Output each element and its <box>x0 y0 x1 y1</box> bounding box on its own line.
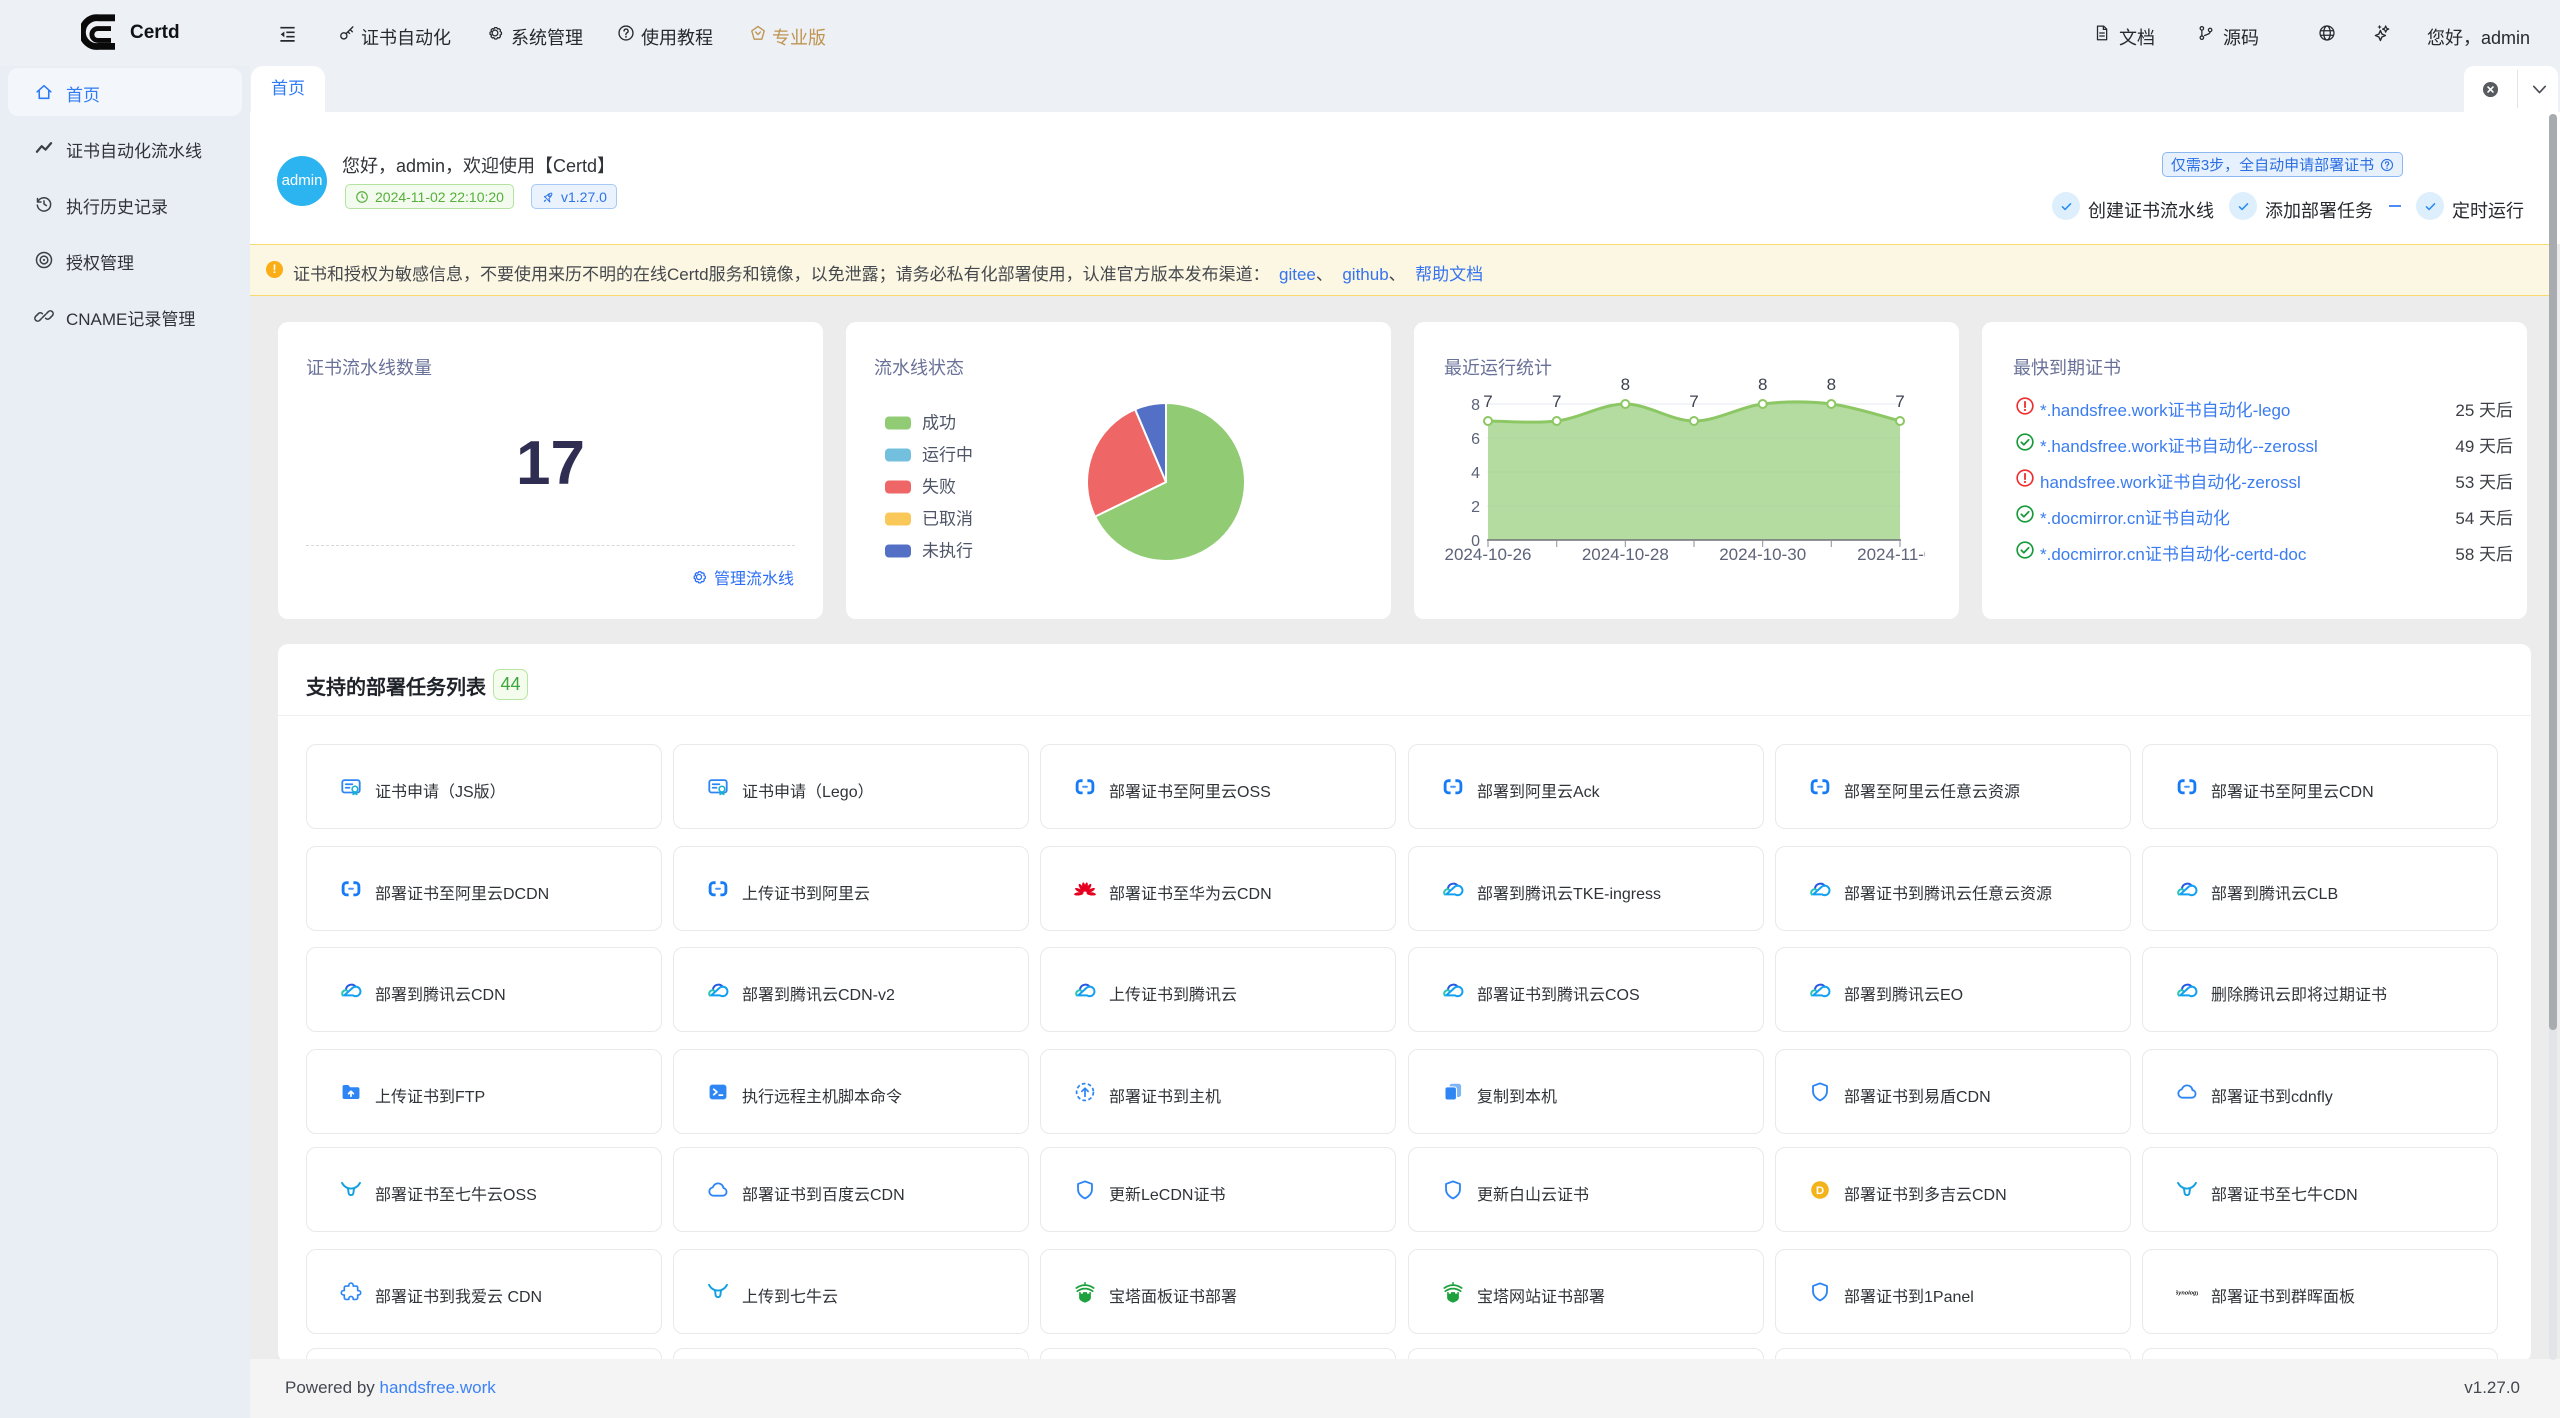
svg-text:Synology: Synology <box>2176 1290 2198 1296</box>
svg-text:7: 7 <box>1689 392 1698 411</box>
svg-text:2024-10-30: 2024-10-30 <box>1719 545 1806 564</box>
svg-text:失败: 失败 <box>922 478 956 497</box>
svg-text:未执行: 未执行 <box>922 542 973 561</box>
svg-text:7: 7 <box>1483 392 1492 411</box>
svg-text:8: 8 <box>1621 375 1630 394</box>
svg-text:2024-10-28: 2024-10-28 <box>1582 545 1669 564</box>
svg-text:运行中: 运行中 <box>922 446 973 465</box>
svg-text:7: 7 <box>1552 392 1561 411</box>
svg-text:已取消: 已取消 <box>922 510 973 529</box>
svg-text:7: 7 <box>1895 392 1904 411</box>
svg-text:成功: 成功 <box>922 414 956 433</box>
svg-text:8: 8 <box>1758 375 1767 394</box>
svg-text:D: D <box>1816 1185 1824 1197</box>
svg-text:6: 6 <box>1471 431 1480 448</box>
svg-text:4: 4 <box>1471 465 1480 482</box>
svg-text:8: 8 <box>1471 397 1480 414</box>
svg-text:2: 2 <box>1471 499 1480 516</box>
svg-text:2024-10-26: 2024-10-26 <box>1445 545 1532 564</box>
svg-text:8: 8 <box>1827 375 1836 394</box>
svg-text:2024-11-01: 2024-11-01 <box>1857 545 1925 564</box>
